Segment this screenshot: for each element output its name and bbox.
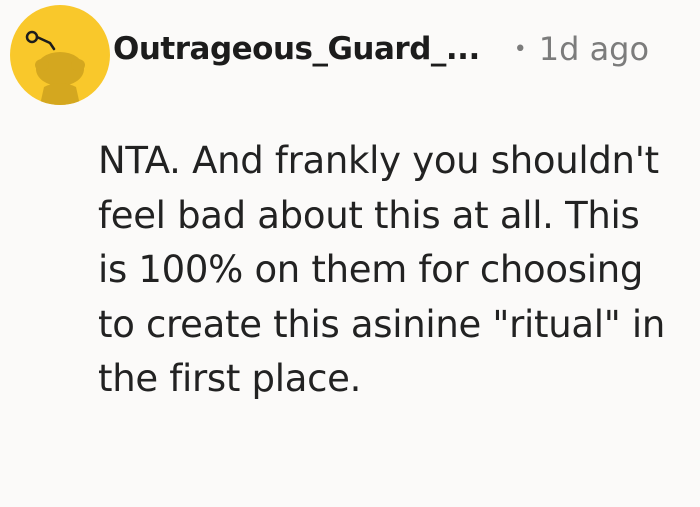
comment-text: NTA. And frankly you shouldn't feel bad … xyxy=(98,139,666,400)
comment: Outrageous_Guard_... • 1d ago NTA. And f… xyxy=(0,0,700,507)
meta-separator: • xyxy=(513,36,527,62)
comment-body: NTA. And frankly you shouldn't feel bad … xyxy=(98,134,678,407)
comment-header: Outrageous_Guard_... • 1d ago xyxy=(10,0,690,110)
avatar[interactable] xyxy=(10,5,110,105)
snoo-avatar-icon xyxy=(25,30,85,105)
timestamp[interactable]: 1d ago xyxy=(539,30,649,68)
username-link[interactable]: Outrageous_Guard_... xyxy=(113,31,480,67)
